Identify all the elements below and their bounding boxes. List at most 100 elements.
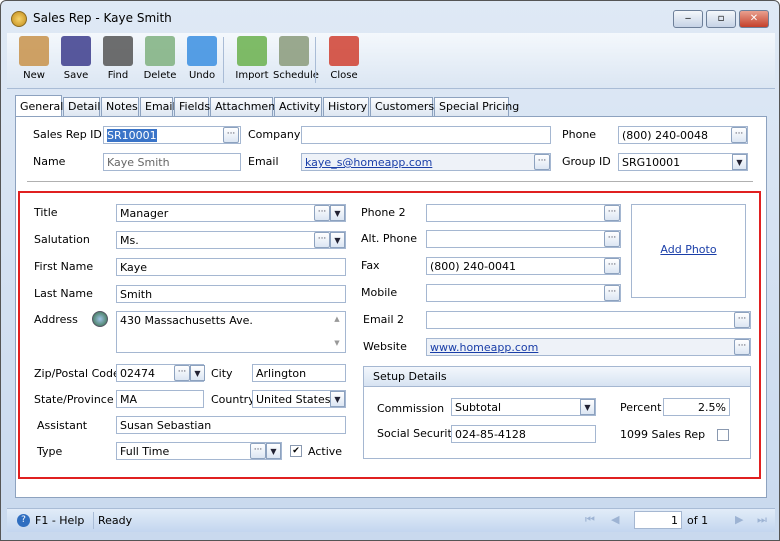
prev-page-icon[interactable]: ◀	[611, 513, 619, 526]
state-input[interactable]: MA	[116, 390, 204, 408]
close-window-button[interactable]: ✕	[739, 10, 769, 28]
phone2-lookup-button[interactable]: ···	[604, 205, 620, 221]
phone-label: Phone	[562, 128, 597, 141]
tab-notes[interactable]: Notes	[101, 97, 139, 116]
website-lookup-button[interactable]: ···	[734, 339, 750, 355]
email-input[interactable]: kaye_s@homeapp.com	[301, 153, 551, 171]
toolbar-label: New	[23, 70, 45, 81]
minimize-button[interactable]: ‒	[673, 10, 703, 28]
address-scrollbar[interactable]: ▲ ▼	[330, 313, 344, 351]
alt-phone-lookup-button[interactable]: ···	[604, 231, 620, 247]
active-checkbox[interactable]: ✔	[290, 445, 302, 457]
chevron-down-icon[interactable]: ▼	[190, 365, 205, 381]
fax-input[interactable]: (800) 240-0041	[426, 257, 621, 275]
phone-input[interactable]: (800) 240-0048	[618, 126, 748, 144]
toolbar-label: Delete	[143, 70, 177, 81]
tab-fields[interactable]: Fields	[174, 97, 210, 116]
tab-detail[interactable]: Detail	[63, 97, 100, 116]
photo-box: Add Photo	[631, 204, 746, 298]
last-name-input[interactable]: Smith	[116, 285, 346, 303]
sales-rep-id-input[interactable]: SR10001	[103, 126, 241, 144]
save-button[interactable]: Save	[55, 33, 97, 89]
tab-attachment[interactable]: Attachment	[210, 97, 280, 116]
company-input[interactable]	[301, 126, 551, 144]
website-input[interactable]: www.homeapp.com	[426, 338, 751, 356]
website-label: Website	[363, 340, 407, 353]
globe-icon[interactable]	[92, 311, 108, 327]
mobile-lookup-button[interactable]: ···	[604, 285, 620, 301]
chevron-down-icon[interactable]: ▼	[330, 391, 345, 407]
type-lookup-button[interactable]: ···	[250, 443, 266, 459]
zip-lookup-button[interactable]: ···	[174, 365, 190, 381]
tab-customers[interactable]: Customers	[370, 97, 434, 116]
assistant-input[interactable]: Susan Sebastian	[116, 416, 346, 434]
close-button[interactable]: Close	[323, 33, 365, 89]
name-label: Name	[33, 155, 66, 168]
import-button[interactable]: Import	[231, 33, 273, 89]
phone2-input[interactable]	[426, 204, 621, 222]
tab-special-pricing[interactable]: Special Pricing	[434, 97, 519, 116]
first-page-icon[interactable]: ⏮	[585, 513, 595, 527]
toolbar-label: Undo	[188, 70, 216, 81]
undo-button[interactable]: Undo	[181, 33, 223, 89]
first-name-input[interactable]: Kaye	[116, 258, 346, 276]
window-title: Sales Rep - Kaye Smith	[33, 11, 172, 25]
salutation-select[interactable]: Ms.	[116, 231, 346, 249]
commission-select[interactable]: Subtotal	[451, 398, 596, 416]
phone-lookup-button[interactable]: ···	[731, 127, 747, 143]
email-lookup-button[interactable]: ···	[534, 154, 550, 170]
tab-history[interactable]: History	[323, 97, 369, 116]
email-link[interactable]: kaye_s@homeapp.com	[305, 156, 432, 169]
website-link[interactable]: www.homeapp.com	[430, 341, 538, 354]
maximize-button[interactable]: ▫	[706, 10, 736, 28]
page-input[interactable]: 1	[634, 511, 682, 529]
title-select[interactable]: Manager	[116, 204, 346, 222]
tab-email[interactable]: Email	[140, 97, 176, 116]
email2-label: Email 2	[363, 313, 405, 326]
group-id-label: Group ID	[562, 155, 611, 168]
city-input[interactable]: Arlington	[252, 364, 346, 382]
toolbar-label: Close	[330, 70, 358, 81]
save-icon	[61, 36, 91, 66]
toolbar-separator	[315, 37, 316, 83]
social-security-input[interactable]: 024-85-4128	[451, 425, 596, 443]
close-icon	[329, 36, 359, 66]
schedule-button[interactable]: Schedule	[273, 33, 319, 89]
mobile-label: Mobile	[361, 286, 398, 299]
tab-general[interactable]: General	[15, 95, 63, 116]
new-button[interactable]: New	[13, 33, 55, 89]
chevron-down-icon[interactable]: ▼	[580, 399, 595, 415]
alt-phone-input[interactable]	[426, 230, 621, 248]
salutation-lookup-button[interactable]: ···	[314, 232, 330, 248]
undo-icon	[187, 36, 217, 66]
new-icon	[19, 36, 49, 66]
find-button[interactable]: Find	[97, 33, 139, 89]
assistant-label: Assistant	[37, 419, 88, 432]
help-label[interactable]: F1 - Help	[35, 514, 84, 527]
name-input[interactable]: Kaye Smith	[103, 153, 241, 171]
add-photo-link[interactable]: Add Photo	[660, 243, 716, 256]
chevron-down-icon[interactable]: ▼	[266, 443, 281, 459]
chevron-down-icon[interactable]: ▼	[330, 232, 345, 248]
group-id-select[interactable]: SRG10001	[618, 153, 748, 171]
sales-rep-1099-checkbox[interactable]	[717, 429, 729, 441]
next-page-icon[interactable]: ▶	[735, 513, 743, 526]
divider	[27, 181, 753, 182]
percent-input[interactable]: 2.5%	[663, 398, 730, 416]
title-lookup-button[interactable]: ···	[314, 205, 330, 221]
chevron-down-icon[interactable]: ▼	[732, 154, 747, 170]
email2-input[interactable]	[426, 311, 751, 329]
state-label: State/Province	[34, 393, 114, 406]
tab-activity[interactable]: Activity	[274, 97, 322, 116]
address-textarea[interactable]: 430 Massachusetts Ave.	[116, 311, 346, 353]
mobile-input[interactable]	[426, 284, 621, 302]
help-icon[interactable]: ?	[17, 514, 30, 527]
email2-lookup-button[interactable]: ···	[734, 312, 750, 328]
sales-rep-id-lookup-button[interactable]: ···	[223, 127, 239, 143]
delete-button[interactable]: Delete	[139, 33, 181, 89]
last-page-icon[interactable]: ⏭	[757, 513, 767, 527]
country-label: Country	[211, 393, 255, 406]
fax-lookup-button[interactable]: ···	[604, 258, 620, 274]
chevron-down-icon[interactable]: ▼	[330, 205, 345, 221]
status-bar: ? F1 - Help Ready ⏮ ◀ 1 of 1 ▶ ⏭	[7, 508, 775, 532]
